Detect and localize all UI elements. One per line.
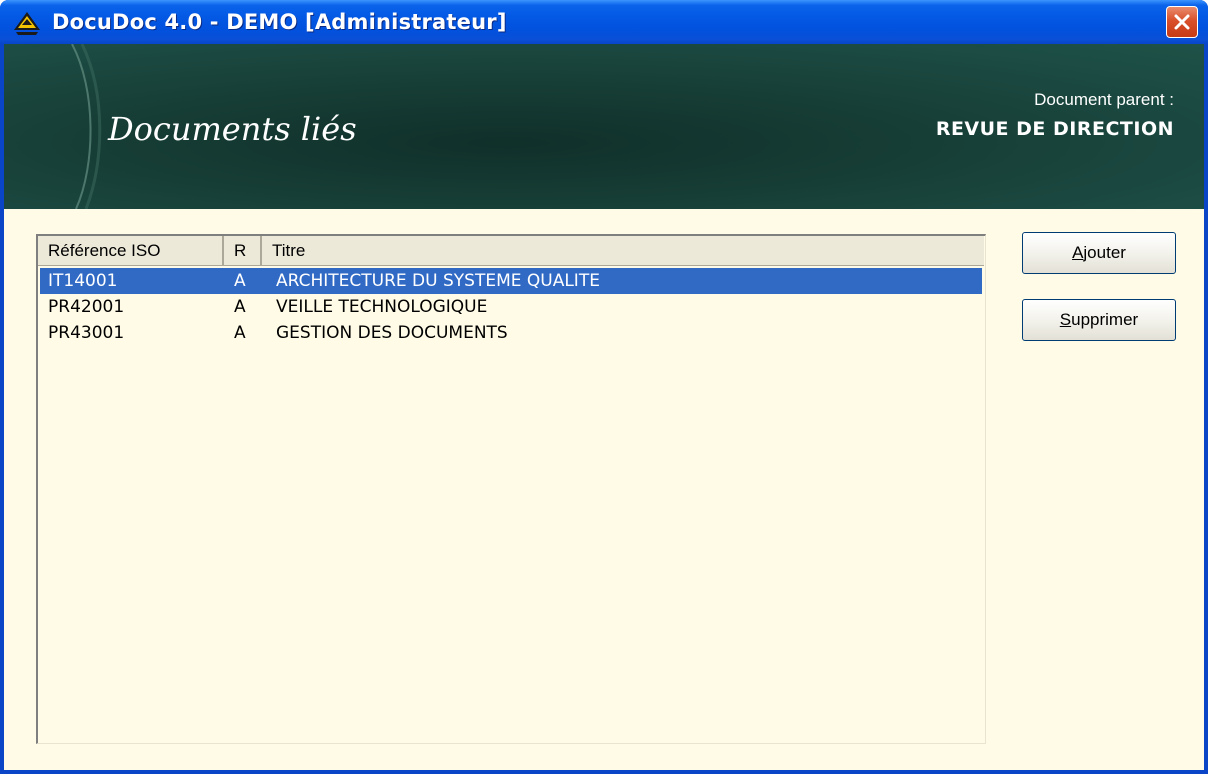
cell-title: GESTION DES DOCUMENTS <box>276 323 508 343</box>
column-header-title[interactable]: Titre <box>262 236 984 266</box>
cell-title: VEILLE TECHNOLOGIQUE <box>276 297 488 317</box>
linked-documents-list[interactable]: Référence ISO R Titre IT14001 A ARCHITEC… <box>36 234 986 744</box>
application-window: DocuDoc 4.0 - DEMO [Administrateur] Docu… <box>0 0 1208 774</box>
cell-revision: A <box>234 323 246 343</box>
header-banner: Documents liés Document parent : REVUE D… <box>4 44 1204 209</box>
column-header-reference[interactable]: Référence ISO <box>38 236 224 266</box>
add-button-accelerator: A <box>1072 243 1084 262</box>
cell-revision: A <box>234 297 246 317</box>
parent-document-label: Document parent : <box>1034 90 1174 109</box>
close-icon <box>1174 14 1190 30</box>
delete-button[interactable]: Supprimer <box>1022 299 1176 341</box>
cell-title: ARCHITECTURE DU SYSTEME QUALITE <box>276 271 600 291</box>
delete-button-label: upprimer <box>1071 310 1139 329</box>
cell-revision: A <box>234 271 246 291</box>
cell-reference: PR43001 <box>48 323 125 343</box>
banner-title: Documents liés <box>108 110 357 148</box>
column-header-revision[interactable]: R <box>224 236 262 266</box>
cell-reference: PR42001 <box>48 297 125 317</box>
title-bar[interactable]: DocuDoc 4.0 - DEMO [Administrateur] <box>0 0 1208 44</box>
add-button-label: jouter <box>1083 243 1126 262</box>
cell-reference: IT14001 <box>48 271 118 291</box>
docudoc-logo-icon[interactable] <box>12 8 42 36</box>
window-title: DocuDoc 4.0 - DEMO [Administrateur] <box>52 10 507 34</box>
add-button[interactable]: Ajouter <box>1022 232 1176 274</box>
dialog-client-area: Documents liés Document parent : REVUE D… <box>4 44 1204 770</box>
table-row[interactable]: IT14001 A ARCHITECTURE DU SYSTEME QUALIT… <box>40 268 982 294</box>
delete-button-accelerator: S <box>1059 310 1072 329</box>
table-row[interactable]: PR43001 A GESTION DES DOCUMENTS <box>40 320 982 346</box>
close-button[interactable] <box>1166 6 1198 38</box>
list-header: Référence ISO R Titre <box>38 236 984 266</box>
table-row[interactable]: PR42001 A VEILLE TECHNOLOGIQUE <box>40 294 982 320</box>
parent-document-value: REVUE DE DIRECTION <box>935 118 1174 140</box>
